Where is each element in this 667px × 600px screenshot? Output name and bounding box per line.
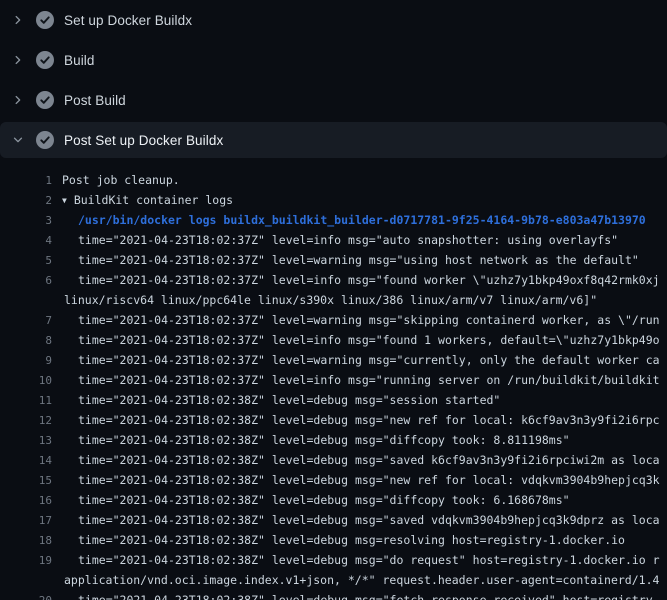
check-circle-icon xyxy=(36,91,54,109)
log-row: 14 time="2021-04-23T18:02:38Z" level=debu… xyxy=(0,450,667,470)
log-area: 1 Post job cleanup. 2 ▼ BuildKit container l… xyxy=(0,160,667,600)
line-number[interactable]: 4 xyxy=(0,234,52,247)
line-number[interactable]: 20 xyxy=(0,594,52,600)
check-circle-icon xyxy=(36,11,54,29)
step-label: Post Set up Docker Buildx xyxy=(64,133,223,148)
chevron-right-icon xyxy=(12,14,24,26)
log-line-text: time="2021-04-23T18:02:38Z" level=debug … xyxy=(78,453,660,467)
log-line-text: time="2021-04-23T18:02:38Z" level=debug … xyxy=(78,433,570,447)
log-row: 20 time="2021-04-23T18:02:38Z" level=debu… xyxy=(0,590,667,600)
line-number[interactable]: 16 xyxy=(0,494,52,507)
line-number[interactable]: 1 xyxy=(0,174,52,187)
line-number[interactable]: 13 xyxy=(0,434,52,447)
log-row: 4 time="2021-04-23T18:02:37Z" level=info … xyxy=(0,230,667,250)
log-line-text: time="2021-04-23T18:02:38Z" level=debug … xyxy=(78,553,660,567)
log-line-text: time="2021-04-23T18:02:38Z" level=debug … xyxy=(78,513,660,527)
line-number[interactable]: 6 xyxy=(0,274,52,287)
log-line-text: time="2021-04-23T18:02:37Z" level=warnin… xyxy=(78,313,660,327)
chevron-right-icon xyxy=(12,54,24,66)
log-line-text: time="2021-04-23T18:02:37Z" level=info m… xyxy=(78,273,660,287)
step-slot: Post Set up Docker Buildx xyxy=(0,120,667,160)
log-row: 12 time="2021-04-23T18:02:38Z" level=debu… xyxy=(0,410,667,430)
check-circle-icon xyxy=(36,51,54,69)
line-number[interactable]: 2 xyxy=(0,194,52,207)
chevron-right-icon xyxy=(12,94,24,106)
line-number[interactable]: 5 xyxy=(0,254,52,267)
log-row: 6 time="2021-04-23T18:02:37Z" level=info … xyxy=(0,270,667,290)
log-row: 16 time="2021-04-23T18:02:38Z" level=debu… xyxy=(0,490,667,510)
log-row: 2 ▼ BuildKit container logs xyxy=(0,190,667,210)
chevron-down-icon xyxy=(12,134,24,146)
log-row: 10 time="2021-04-23T18:02:37Z" level=info… xyxy=(0,370,667,390)
step-slot: Build xyxy=(0,40,667,80)
log-row: 18 time="2021-04-23T18:02:38Z" level=debu… xyxy=(0,530,667,550)
log-row: 8 time="2021-04-23T18:02:37Z" level=info … xyxy=(0,330,667,350)
log-line-text: linux/riscv64 linux/ppc64le linux/s390x … xyxy=(64,293,597,307)
log-line-text: Post job cleanup. xyxy=(62,173,180,187)
line-number[interactable]: 7 xyxy=(0,314,52,327)
line-number[interactable]: 3 xyxy=(0,214,52,227)
triangle-down-icon: ▼ xyxy=(62,196,67,205)
step-slot: Post Build xyxy=(0,80,667,120)
log-row: linux/riscv64 linux/ppc64le linux/s390x … xyxy=(0,290,667,310)
log-row: 13 time="2021-04-23T18:02:38Z" level=debu… xyxy=(0,430,667,450)
log-row: 9 time="2021-04-23T18:02:37Z" level=warni… xyxy=(0,350,667,370)
log-group-toggle[interactable]: ▼ BuildKit container logs xyxy=(62,193,233,207)
log-line-text: time="2021-04-23T18:02:37Z" level=info m… xyxy=(78,333,660,347)
log-row: 7 time="2021-04-23T18:02:37Z" level=warni… xyxy=(0,310,667,330)
log-line-text: time="2021-04-23T18:02:38Z" level=debug … xyxy=(78,413,660,427)
log-line-text: time="2021-04-23T18:02:37Z" level=info m… xyxy=(78,233,618,247)
log-line-text: time="2021-04-23T18:02:38Z" level=debug … xyxy=(78,493,570,507)
step-header-post-build[interactable]: Post Build xyxy=(0,82,667,118)
log-row: 1 Post job cleanup. xyxy=(0,170,667,190)
line-number[interactable]: 9 xyxy=(0,354,52,367)
line-number[interactable]: 19 xyxy=(0,554,52,567)
step-label: Post Build xyxy=(64,93,126,108)
line-number[interactable]: 14 xyxy=(0,454,52,467)
log-line-text: time="2021-04-23T18:02:38Z" level=debug … xyxy=(78,473,660,487)
log-row: 15 time="2021-04-23T18:02:38Z" level=debu… xyxy=(0,470,667,490)
log-line-text: time="2021-04-23T18:02:38Z" level=debug … xyxy=(78,593,660,600)
log-row: application/vnd.oci.image.index.v1+json,… xyxy=(0,570,667,590)
log-group-label: BuildKit container logs xyxy=(74,193,233,207)
log-line-text: time="2021-04-23T18:02:38Z" level=debug … xyxy=(78,533,625,547)
check-circle-icon xyxy=(36,131,54,149)
log-line-text: time="2021-04-23T18:02:37Z" level=warnin… xyxy=(78,253,639,267)
step-label: Set up Docker Buildx xyxy=(64,13,192,28)
log-line-text: time="2021-04-23T18:02:37Z" level=warnin… xyxy=(78,353,660,367)
line-number[interactable]: 11 xyxy=(0,394,52,407)
log-line-text: time="2021-04-23T18:02:38Z" level=debug … xyxy=(78,393,500,407)
step-slot: Set up Docker Buildx xyxy=(0,0,667,40)
step-header-build[interactable]: Build xyxy=(0,42,667,78)
log-row: 17 time="2021-04-23T18:02:38Z" level=debu… xyxy=(0,510,667,530)
line-number[interactable]: 15 xyxy=(0,474,52,487)
line-number[interactable]: 18 xyxy=(0,534,52,547)
line-number[interactable]: 12 xyxy=(0,414,52,427)
log-row: 11 time="2021-04-23T18:02:38Z" level=debu… xyxy=(0,390,667,410)
log-row: 3/usr/bin/docker logs buildx_buildkit_bu… xyxy=(0,210,667,230)
line-number[interactable]: 8 xyxy=(0,334,52,347)
step-header-post-set-up-docker-buildx[interactable]: Post Set up Docker Buildx xyxy=(0,122,667,158)
step-label: Build xyxy=(64,53,95,68)
log-command-text: /usr/bin/docker logs buildx_buildkit_bui… xyxy=(78,213,646,227)
log-line-text: application/vnd.oci.image.index.v1+json,… xyxy=(64,573,659,587)
line-number[interactable]: 10 xyxy=(0,374,52,387)
line-number[interactable]: 17 xyxy=(0,514,52,527)
step-header-set-up-docker-buildx[interactable]: Set up Docker Buildx xyxy=(0,2,667,38)
steps-list: Set up Docker Buildx Build Post Build Post … xyxy=(0,0,667,160)
log-row: 5 time="2021-04-23T18:02:37Z" level=warni… xyxy=(0,250,667,270)
log-line-text: time="2021-04-23T18:02:37Z" level=info m… xyxy=(78,373,660,387)
log-row: 19 time="2021-04-23T18:02:38Z" level=debu… xyxy=(0,550,667,570)
